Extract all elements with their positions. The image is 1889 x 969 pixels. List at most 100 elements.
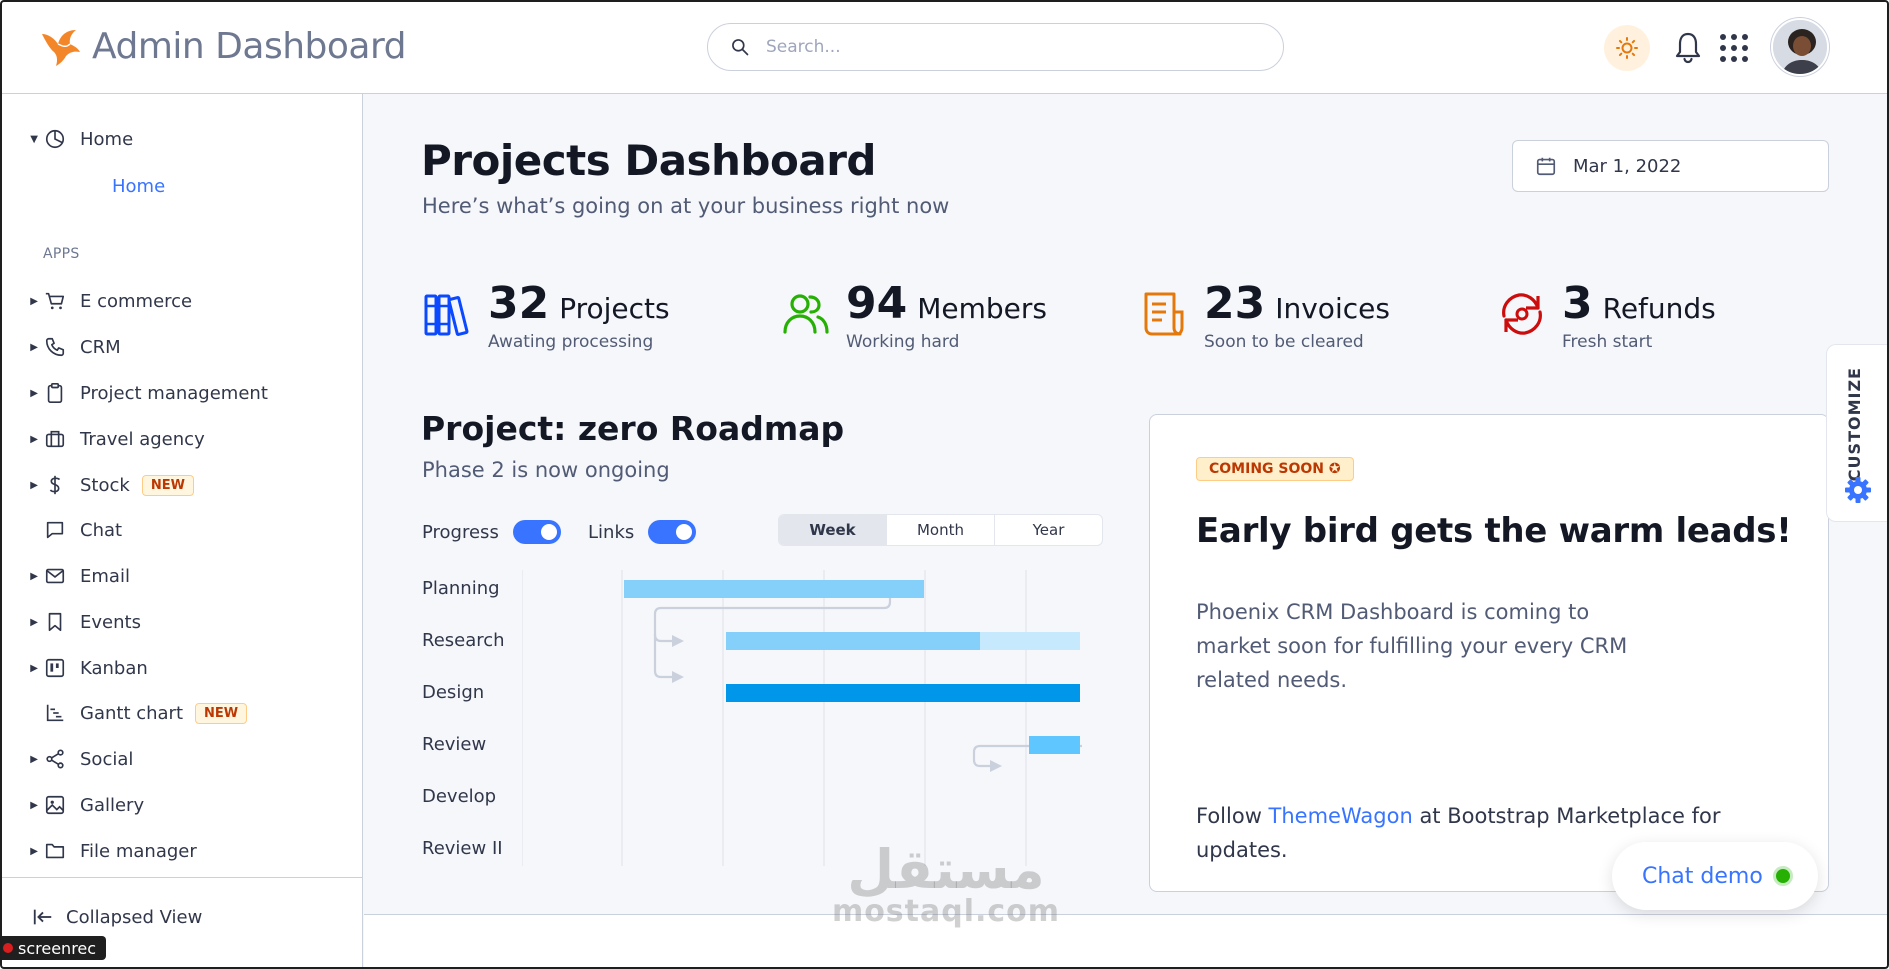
gantt-link-arrow [672,671,684,683]
page-subtitle: Here’s what’s going on at your business … [422,194,950,218]
coming-soon-badge: COMING SOON ✪ [1196,457,1354,481]
cart-icon [44,290,66,312]
sidebar-item-ecommerce[interactable]: ▶ E commerce [0,281,363,321]
invoice-icon [1144,292,1184,336]
sidebar-item-label: E commerce [80,290,193,312]
gantt-task-label: Review [422,734,487,755]
section-label-apps: APPS [43,246,80,262]
timescale-segmented-control: Week Month Year [778,514,1103,546]
stat-number: 94 [846,278,908,329]
promo-body: Phoenix CRM Dashboard is coming to marke… [1196,600,1628,692]
briefcase-icon [44,428,66,450]
caret-right-icon: ▶ [30,753,38,765]
sidebar-item-gantt-chart[interactable]: Gantt chart NEW [0,693,363,733]
promo-card: COMING SOON ✪ Early bird gets the warm l… [1149,414,1829,892]
calendar-icon [1536,157,1556,176]
dollar-icon [44,474,66,496]
apps-grid-icon[interactable] [1720,34,1748,62]
stat-caption: Fresh start [1562,332,1653,352]
sidebar-item-travel-agency[interactable]: ▶ Travel agency [0,419,363,459]
screenrec-overlay: screenrec [0,936,107,960]
links-toggle-label: Links [588,521,635,543]
watermark-arabic: مستقل [847,838,1045,901]
caret-right-icon: ▶ [30,433,38,445]
kanban-icon [44,657,66,679]
sidebar-item-events[interactable]: ▶ Events [0,602,363,642]
gantt-task-label: Review II [422,838,503,859]
links-switch[interactable] [648,520,697,544]
sidebar-item-kanban[interactable]: ▶ Kanban [0,648,363,688]
sidebar-item-label: CRM [80,336,121,358]
sidebar-item-project-management[interactable]: ▶ Project management [0,373,363,413]
chat-bubble-icon [44,519,66,541]
sidebar-item-chat[interactable]: Chat [0,510,363,550]
stat-refunds: 3 Refunds Fresh start [1496,280,1716,352]
stat-caption: Working hard [846,332,960,352]
stat-label: Projects [559,292,670,325]
caret-right-icon: ▶ [30,662,38,674]
gantt-bar-design [726,684,1080,702]
chat-demo-button[interactable]: Chat demo [1612,842,1818,910]
bookmark-icon [44,611,66,633]
caret-right-icon: ▶ [30,341,38,353]
search-box[interactable] [707,23,1284,71]
bell-icon[interactable] [1672,30,1704,66]
online-status-icon [1772,866,1793,886]
clipboard-icon [44,382,66,404]
stat-projects: 32 Projects Awating processing [422,280,670,352]
theme-toggle-button[interactable] [1604,25,1650,71]
gantt-task-label: Develop [422,786,497,807]
customize-panel-button[interactable]: CUSTOMIZE [1826,344,1889,522]
segment-month[interactable]: Month [887,515,995,545]
progress-toggle[interactable]: Progress [422,520,561,544]
footer-strip [364,914,1889,969]
sidebar-item-crm[interactable]: ▶ CRM [0,327,363,367]
sidebar-item-label: Social [80,748,134,770]
stat-invoices: 23 Invoices Soon to be cleared [1138,280,1390,352]
sidebar-item-home[interactable]: ▼ Home [0,119,363,159]
gantt-link-planning-research [653,634,672,643]
gantt-icon [44,702,66,724]
gantt-chart [522,570,1082,866]
caret-right-icon: ▶ [30,295,38,307]
brand[interactable]: Admin Dashboard [38,24,407,68]
sidebar-item-social[interactable]: ▶ Social [0,739,363,779]
sidebar-item-file-manager[interactable]: ▶ File manager [0,831,363,871]
avatar[interactable] [1771,18,1829,76]
themewagon-link[interactable]: ThemeWagon [1269,804,1413,828]
sidebar-item-label: Gantt chart [80,702,184,724]
collapse-label: Collapsed View [66,906,203,928]
links-toggle[interactable]: Links [588,520,697,544]
sidebar-item-label: Chat [80,519,123,541]
segment-year[interactable]: Year [995,515,1102,545]
sidebar-item-label: Gallery [80,794,145,816]
caret-right-icon: ▶ [30,845,38,857]
sidebar-item-stock[interactable]: ▶ Stock NEW [0,465,363,505]
gantt-task-label: Design [422,682,485,703]
sidebar-item-gallery[interactable]: ▶ Gallery [0,785,363,825]
sidebar-item-email[interactable]: ▶ Email [0,556,363,596]
top-navbar: Admin Dashboard [0,0,1889,94]
stat-label: Members [917,292,1047,325]
roadmap-title: Project: zero Roadmap [421,409,845,448]
books-icon [424,294,469,336]
promo-title: Early bird gets the warm leads! [1196,511,1792,551]
segment-week[interactable]: Week [779,515,887,545]
stat-number: 32 [488,278,550,329]
gantt-link-arrow [672,635,684,647]
gantt-bar-review [1029,736,1080,754]
sidebar-item-label: Email [80,565,130,587]
gantt-links [653,586,1082,768]
sidebar-subitem-home[interactable]: Home [112,176,165,197]
stat-number: 3 [1562,278,1593,329]
sidebar-item-label: Travel agency [80,428,205,450]
stat-caption: Soon to be cleared [1204,332,1364,352]
sidebar: ▼ Home Home APPS ▶ E commerce ▶ CRM ▶ Pr… [0,94,363,969]
sidebar-item-label: Home [80,128,134,150]
date-picker[interactable]: Mar 1, 2022 [1512,140,1829,192]
share-icon [44,748,66,770]
user-photo-icon [1773,20,1827,74]
progress-switch[interactable] [512,520,561,544]
search-input[interactable] [766,37,1246,57]
collapse-sidebar-button[interactable]: Collapsed View [32,906,202,928]
